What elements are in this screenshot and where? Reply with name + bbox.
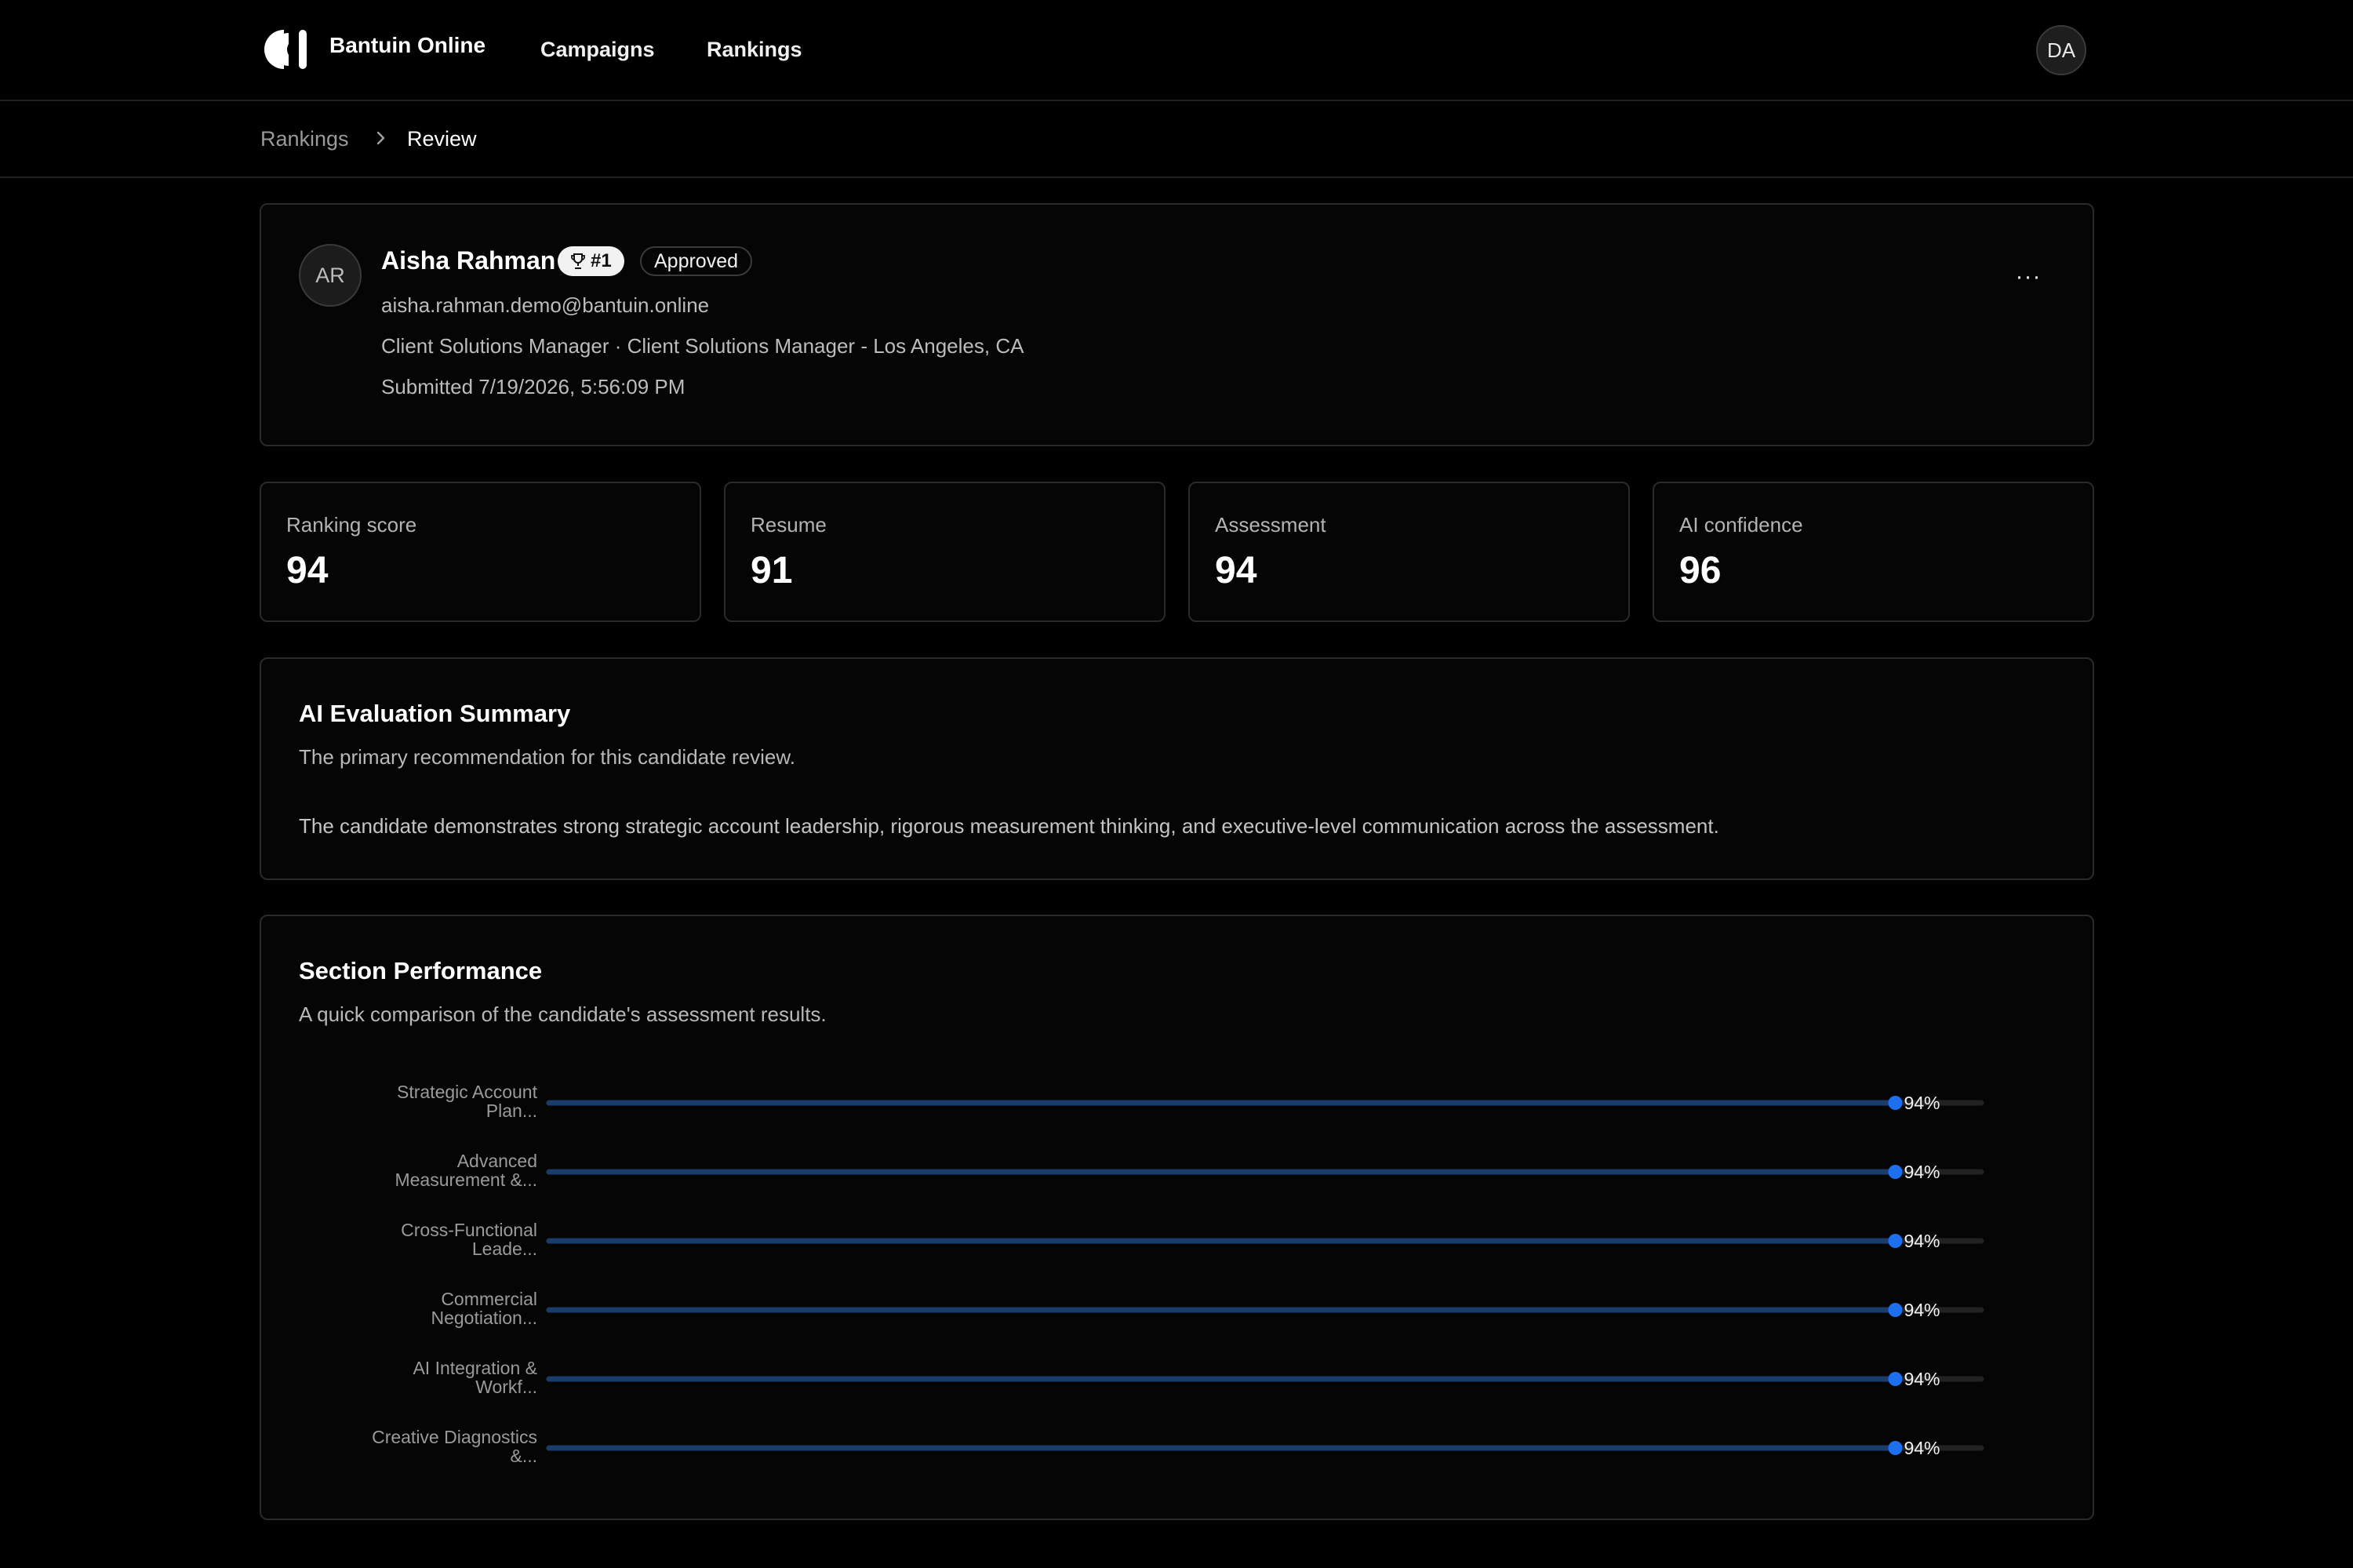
summary-body: The candidate demonstrates strong strate…: [299, 814, 1719, 838]
value-label: 94%: [1904, 1093, 1940, 1113]
category-label: AI Integration & Workf...: [413, 1358, 537, 1397]
value-label: 94%: [1904, 1162, 1940, 1182]
stat-value: 96: [1679, 550, 1722, 591]
stat-value: 94: [1215, 550, 1257, 591]
stat-label: Ranking score: [286, 513, 417, 537]
category-label: Strategic Account Plan...: [397, 1082, 538, 1121]
ai-evaluation-summary-card: AI Evaluation Summary The primary recomm…: [260, 657, 2094, 880]
candidate-email: aisha.rahman.demo@bantuin.online: [381, 293, 710, 317]
status-badge: Approved: [640, 246, 753, 276]
bantuin-logo-icon[interactable]: [263, 28, 308, 71]
bar-marker: [1888, 1303, 1903, 1317]
candidate-avatar: AR: [299, 244, 362, 307]
summary-title: AI Evaluation Summary: [299, 700, 571, 727]
more-options-button[interactable]: ···: [2013, 261, 2044, 293]
stat-value: 91: [751, 550, 793, 591]
bar-marker: [1888, 1234, 1903, 1248]
trophy-icon: [571, 253, 585, 269]
breadcrumb: Rankings Review: [0, 101, 2353, 178]
rank-badge: #1: [558, 246, 624, 276]
section-performance-card: Section Performance A quick comparison o…: [260, 915, 2094, 1520]
chevron-right-icon: [376, 131, 385, 145]
candidate-name: Aisha Rahman: [381, 246, 556, 275]
value-label: 94%: [1904, 1231, 1940, 1251]
stat-card-assessment: Assessment 94: [1188, 482, 1630, 622]
stat-value: 94: [286, 550, 329, 591]
section-performance-chart: Strategic Account Plan... 94% Advanced Measu…: [372, 1082, 1984, 1466]
bar-marker: [1888, 1441, 1903, 1455]
bar-marker: [1888, 1372, 1903, 1386]
category-label: Creative Diagnostics &...: [372, 1427, 537, 1466]
bar-marker: [1888, 1165, 1903, 1179]
user-avatar[interactable]: DA: [2036, 25, 2086, 75]
value-label: 94%: [1904, 1300, 1940, 1320]
brand-name[interactable]: Bantuin Online: [329, 33, 486, 58]
category-label: Advanced Measurement &...: [395, 1151, 537, 1190]
candidate-profile-card: AR Aisha Rahman #1 Approved aisha.rahman…: [260, 203, 2094, 446]
bar-marker: [1888, 1096, 1903, 1110]
breadcrumb-rankings[interactable]: Rankings: [260, 127, 349, 151]
category-label: Cross-Functional Leade...: [401, 1220, 537, 1259]
summary-subtitle: The primary recommendation for this cand…: [299, 745, 795, 769]
stat-label: Assessment: [1215, 513, 1326, 537]
breadcrumb-review: Review: [407, 127, 477, 151]
stat-label: AI confidence: [1679, 513, 1803, 537]
stat-card-resume: Resume 91: [724, 482, 1166, 622]
stat-label: Resume: [751, 513, 827, 537]
nav-link-rankings[interactable]: Rankings: [707, 38, 802, 62]
candidate-submitted: Submitted 7/19/2026, 5:56:09 PM: [381, 375, 686, 398]
category-label: Commercial Negotiation...: [431, 1289, 537, 1328]
candidate-role: Client Solutions Manager · Client Soluti…: [381, 334, 1024, 358]
value-label: 94%: [1904, 1438, 1940, 1458]
nav-link-campaigns[interactable]: Campaigns: [540, 38, 655, 62]
value-label: 94%: [1904, 1369, 1940, 1389]
stat-card-ai-confidence: AI confidence 96: [1653, 482, 2094, 622]
top-navigation: Bantuin Online Campaigns Rankings DA: [0, 0, 2353, 101]
rank-badge-label: #1: [591, 250, 612, 271]
more-horizontal-icon: ···: [2015, 264, 2042, 289]
stat-card-ranking-score: Ranking score 94: [260, 482, 701, 622]
